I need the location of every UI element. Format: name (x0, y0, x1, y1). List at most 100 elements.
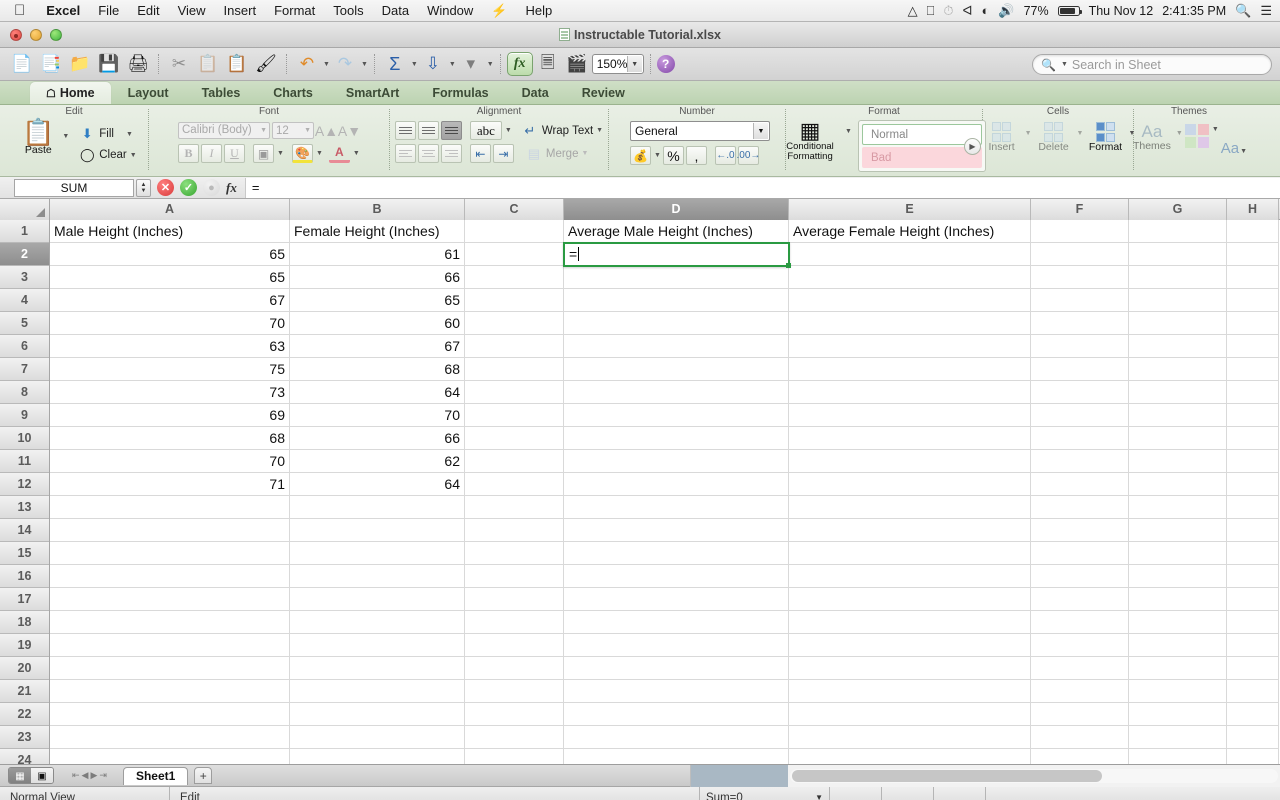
cell-C23[interactable] (465, 726, 564, 749)
prev-sheet-icon[interactable]: ◀ (82, 770, 89, 781)
row-header-19[interactable]: 19 (0, 634, 49, 657)
cell-G10[interactable] (1129, 427, 1227, 450)
font-size-dropdown-icon[interactable]: ▼ (304, 127, 313, 134)
battery-icon[interactable] (1057, 5, 1083, 16)
bold-button[interactable]: B (178, 144, 199, 163)
orientation-dropdown-icon[interactable]: ▼ (505, 127, 512, 134)
cell-H12[interactable] (1227, 473, 1279, 496)
cell-E10[interactable] (789, 427, 1031, 450)
cell-F17[interactable] (1031, 588, 1129, 611)
close-button[interactable] (10, 29, 22, 41)
cell-A1[interactable]: Male Height (Inches) (50, 220, 290, 243)
cell-D18[interactable] (564, 611, 789, 634)
cell-B14[interactable] (290, 519, 465, 542)
cell-H22[interactable] (1227, 703, 1279, 726)
cell-E9[interactable] (789, 404, 1031, 427)
delete-dropdown-icon[interactable]: ▼ (1077, 130, 1084, 137)
page-layout-view-button[interactable]: ▣ (31, 768, 53, 783)
fill-handle[interactable] (786, 263, 791, 268)
cell-H11[interactable] (1227, 450, 1279, 473)
cell-C18[interactable] (465, 611, 564, 634)
styles-more-icon[interactable]: ▶ (963, 138, 981, 155)
cell-A15[interactable] (50, 542, 290, 565)
cell-E23[interactable] (789, 726, 1031, 749)
zoom-dropdown-icon[interactable]: ▼ (626, 56, 642, 72)
cell-D3[interactable] (564, 266, 789, 289)
cell-C14[interactable] (465, 519, 564, 542)
cell-B24[interactable] (290, 749, 465, 764)
filter-dropdown-icon[interactable]: ▼ (487, 61, 494, 68)
theme-colors-dropdown-icon[interactable]: ▼ (1212, 126, 1219, 133)
delete-cells-button[interactable]: Delete (1033, 122, 1075, 153)
undo-icon[interactable]: ↶ (293, 51, 321, 77)
tab-charts[interactable]: Charts (257, 82, 329, 104)
orientation-button[interactable]: abc (469, 121, 502, 140)
cell-D5[interactable] (564, 312, 789, 335)
increase-indent-button[interactable]: ⇥ (492, 144, 514, 163)
menu-extra-script-icon[interactable]: ⚡ (482, 0, 516, 22)
decrease-decimal-button[interactable]: ←.0 (714, 146, 736, 165)
fx-icon[interactable]: fx (226, 180, 237, 196)
percent-style-button[interactable]: % (662, 146, 684, 165)
row-header-21[interactable]: 21 (0, 680, 49, 703)
cell-G3[interactable] (1129, 266, 1227, 289)
cell-A19[interactable] (50, 634, 290, 657)
scroll-track[interactable] (790, 769, 1278, 783)
redo-icon[interactable]: ↷ (331, 51, 359, 77)
cell-F20[interactable] (1031, 657, 1129, 680)
cell-F16[interactable] (1031, 565, 1129, 588)
cell-C22[interactable] (465, 703, 564, 726)
theme-colors-button[interactable] (1184, 124, 1209, 148)
cell-A23[interactable] (50, 726, 290, 749)
cell-E14[interactable] (789, 519, 1031, 542)
bluetooth-icon[interactable]: ᐊ (963, 0, 973, 22)
tab-formulas[interactable]: Formulas (416, 82, 504, 104)
theme-fonts-dropdown-icon[interactable]: ▼ (1240, 148, 1247, 155)
cell-A12[interactable]: 71 (50, 473, 290, 496)
row-header-5[interactable]: 5 (0, 312, 49, 335)
fill-color-dropdown-icon[interactable]: ▼ (316, 150, 323, 157)
cell-G19[interactable] (1129, 634, 1227, 657)
cell-D21[interactable] (564, 680, 789, 703)
cell-A11[interactable]: 70 (50, 450, 290, 473)
cell-C1[interactable] (465, 220, 564, 243)
cell-C9[interactable] (465, 404, 564, 427)
cell-D17[interactable] (564, 588, 789, 611)
cell-G5[interactable] (1129, 312, 1227, 335)
wrap-text-button[interactable]: ↵ Wrap Text ▼ (520, 122, 603, 140)
borders-button[interactable]: ▣ (253, 144, 274, 163)
cell-E15[interactable] (789, 542, 1031, 565)
cell-E16[interactable] (789, 565, 1031, 588)
cell-F2[interactable] (1031, 243, 1129, 266)
row-header-23[interactable]: 23 (0, 726, 49, 749)
cell-E8[interactable] (789, 381, 1031, 404)
menu-item-tools[interactable]: Tools (324, 0, 372, 22)
align-center-button[interactable] (417, 144, 439, 163)
number-format-dropdown-icon[interactable]: ▼ (753, 123, 768, 139)
undo-dropdown-icon[interactable]: ▼ (323, 61, 330, 68)
menu-item-view[interactable]: View (169, 0, 215, 22)
status-sum-dropdown-icon[interactable]: ▼ (815, 793, 823, 800)
wifi-icon[interactable]: ◐ (982, 0, 990, 22)
copy-icon[interactable]: 📋 (194, 51, 222, 77)
cell-B4[interactable]: 65 (290, 289, 465, 312)
paste-icon[interactable]: 📋 (223, 51, 251, 77)
normal-view-button[interactable]: ▦ (9, 768, 31, 783)
save-icon[interactable]: 💾 (95, 51, 123, 77)
cell-A3[interactable]: 65 (50, 266, 290, 289)
fill-color-button[interactable]: 🎨 (291, 144, 313, 163)
currency-dropdown-icon[interactable]: ▼ (654, 152, 661, 159)
airplay-icon[interactable]: ⎕ (927, 0, 935, 22)
cell-F6[interactable] (1031, 335, 1129, 358)
cell-E22[interactable] (789, 703, 1031, 726)
cell-A7[interactable]: 75 (50, 358, 290, 381)
cell-F5[interactable] (1031, 312, 1129, 335)
cell-B1[interactable]: Female Height (Inches) (290, 220, 465, 243)
cell-E4[interactable] (789, 289, 1031, 312)
cell-A16[interactable] (50, 565, 290, 588)
theme-fonts-button[interactable]: Aa▼ (1221, 140, 1247, 157)
zoom-button[interactable] (50, 29, 62, 41)
cell-C8[interactable] (465, 381, 564, 404)
column-header-h[interactable]: H (1227, 199, 1279, 220)
cell-C24[interactable] (465, 749, 564, 764)
